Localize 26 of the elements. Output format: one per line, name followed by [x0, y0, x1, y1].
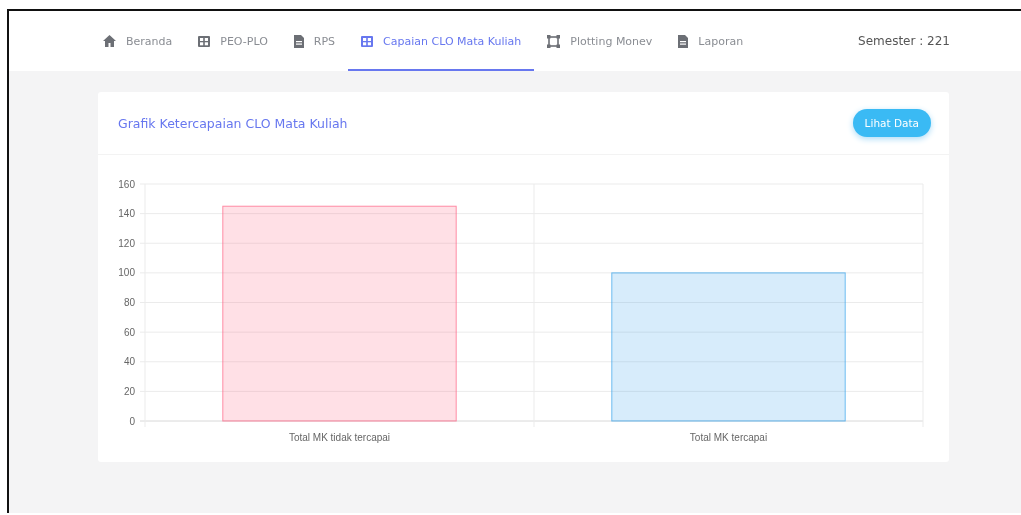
y-tick-label: 80 [123, 297, 135, 308]
card-title: Grafik Ketercapaian CLO Mata Kuliah [118, 115, 348, 131]
y-tick-label: 100 [118, 267, 135, 279]
y-tick-label: 140 [118, 208, 135, 220]
y-tick-label: 40 [123, 356, 135, 368]
y-tick-label: 60 [123, 326, 135, 338]
nav-tab[interactable]: PEO-PLO [185, 13, 281, 71]
y-tick-label: 20 [123, 385, 135, 397]
semester-label: Semester : 221 [858, 34, 950, 48]
view-data-button[interactable]: Lihat Data [852, 109, 931, 137]
y-tick-label: 160 [118, 178, 135, 190]
y-tick-label: 120 [118, 237, 135, 249]
nav-tab[interactable]: Beranda [90, 13, 186, 71]
table-icon [198, 35, 211, 47]
table-icon [361, 35, 374, 47]
x-axis-label: Total MK tercapai [689, 432, 768, 443]
x-axis-label: Total MK tidak tercapai [288, 432, 391, 443]
frame-icon [547, 34, 561, 48]
nav-tab[interactable]: Capaian CLO Mata Kuliah [348, 13, 535, 71]
nav-tab[interactable]: Plotting Monev [534, 13, 666, 71]
document-icon [293, 34, 304, 48]
home-icon [103, 35, 116, 47]
document-icon [678, 34, 689, 48]
nav-tab[interactable]: RPS [280, 13, 349, 71]
nav-tab[interactable]: Laporan [665, 13, 757, 71]
y-tick-label: 0 [129, 415, 135, 427]
